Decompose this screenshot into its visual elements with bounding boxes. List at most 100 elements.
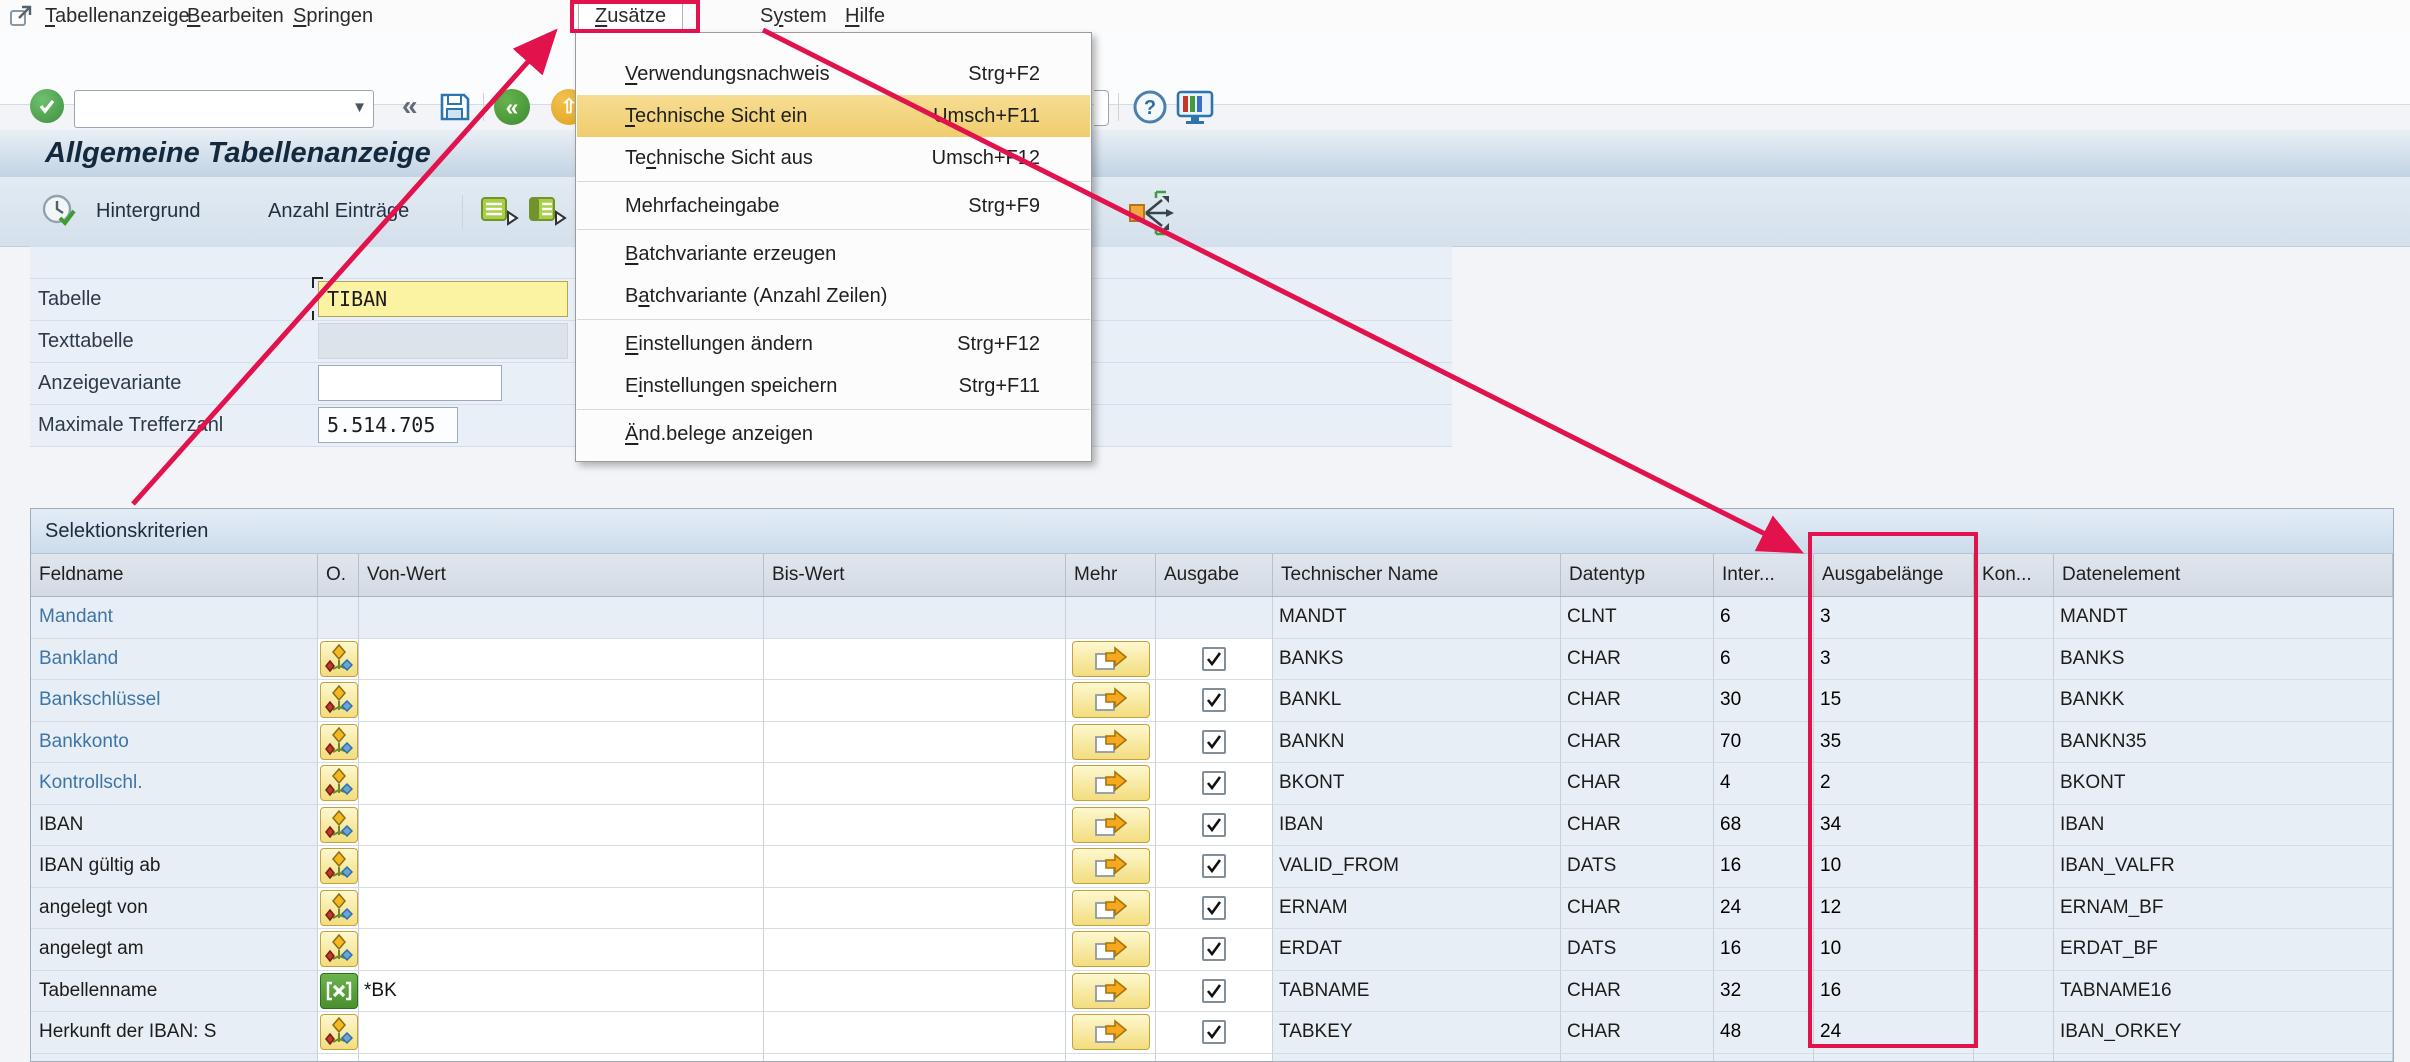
ausgabe-cell[interactable] — [1156, 763, 1273, 805]
mehr-cell[interactable] — [1066, 929, 1156, 971]
ausgabe-cell[interactable] — [1156, 971, 1273, 1013]
von-wert-cell[interactable] — [359, 680, 764, 722]
option-cell[interactable] — [318, 680, 359, 722]
column-header-feldname[interactable]: Feldname — [31, 554, 318, 596]
output-checkbox[interactable] — [1202, 896, 1226, 920]
fields-list-alt-icon[interactable] — [528, 194, 568, 228]
menu-item-technische-sicht-ein[interactable]: Technische Sicht einUmsch+F11 — [577, 95, 1090, 137]
multiple-selection-button[interactable] — [1072, 931, 1150, 967]
ausgabe-cell[interactable] — [1156, 929, 1273, 971]
column-header-datenelement[interactable]: Datenelement — [2054, 554, 2393, 596]
output-checkbox[interactable] — [1202, 688, 1226, 712]
von-wert-cell[interactable] — [359, 722, 764, 764]
multiple-selection-button[interactable] — [1072, 1014, 1150, 1050]
option-cell[interactable] — [318, 1012, 359, 1054]
output-checkbox[interactable] — [1202, 813, 1226, 837]
output-checkbox[interactable] — [1202, 771, 1226, 795]
mehr-cell[interactable] — [1066, 971, 1156, 1013]
selection-options-button[interactable] — [320, 848, 358, 884]
command-dropdown-icon[interactable]: ▼ — [352, 99, 367, 116]
multiple-selection-button[interactable] — [1072, 682, 1150, 718]
tabelle-field[interactable]: TIBAN — [318, 281, 568, 317]
von-wert-cell[interactable]: *BK — [359, 971, 764, 1013]
von-wert-cell[interactable] — [359, 763, 764, 805]
option-cell[interactable] — [318, 971, 359, 1013]
von-wert-cell[interactable] — [359, 1012, 764, 1054]
bis-wert-cell[interactable] — [764, 805, 1066, 847]
mehr-cell[interactable] — [1066, 639, 1156, 681]
column-header-von-wert[interactable]: Von-Wert — [359, 554, 764, 596]
option-cell[interactable] — [318, 805, 359, 847]
bis-wert-cell[interactable] — [764, 888, 1066, 930]
multiple-selection-button[interactable] — [1072, 973, 1150, 1009]
menu-item-batchvariante-erzeugen[interactable]: Batchvariante erzeugen — [577, 233, 1090, 275]
menu-tabellenanzeige[interactable]: Tabellenanzeige — [45, 0, 190, 32]
column-header-ausgabe[interactable]: Ausgabe — [1156, 554, 1273, 596]
ausgabe-cell[interactable] — [1156, 805, 1273, 847]
option-cell[interactable] — [318, 846, 359, 888]
execute-clock-icon[interactable] — [40, 192, 78, 230]
bis-wert-cell[interactable] — [764, 971, 1066, 1013]
mehr-cell[interactable] — [1066, 805, 1156, 847]
output-checkbox[interactable] — [1202, 854, 1226, 878]
ausgabe-cell[interactable] — [1156, 722, 1273, 764]
ausgabe-cell[interactable] — [1156, 846, 1273, 888]
column-header-o[interactable]: O. — [318, 554, 359, 596]
bis-wert-cell[interactable] — [764, 722, 1066, 764]
von-wert-cell[interactable] — [359, 846, 764, 888]
window-control-icon[interactable] — [8, 3, 34, 29]
selection-options-button[interactable] — [320, 1014, 358, 1050]
column-header-datentyp[interactable]: Datentyp — [1561, 554, 1714, 596]
hintergrund-button[interactable]: Hintergrund — [96, 177, 201, 246]
anzahl-eintr-ge-button[interactable]: Anzahl Einträge — [268, 177, 409, 246]
bis-wert-cell[interactable] — [764, 846, 1066, 888]
output-checkbox[interactable] — [1202, 979, 1226, 1003]
mehr-cell[interactable] — [1066, 680, 1156, 722]
menu-hilfe[interactable]: Hilfe — [845, 0, 885, 32]
selection-options-button[interactable] — [320, 890, 358, 926]
von-wert-cell[interactable] — [359, 888, 764, 930]
column-header-ausgabel-nge[interactable]: Ausgabelänge — [1814, 554, 1974, 596]
menu-item-nd-belege-anzeigen[interactable]: Änd.belege anzeigen — [577, 413, 1090, 455]
multiple-selection-button[interactable] — [1072, 641, 1150, 677]
option-cell[interactable] — [318, 763, 359, 805]
collapse-chevrons-icon[interactable]: « — [402, 88, 418, 124]
ausgabe-cell[interactable] — [1156, 1012, 1273, 1054]
back-icon[interactable]: « — [494, 89, 530, 125]
selection-options-button[interactable] — [320, 807, 358, 843]
fields-list-icon[interactable] — [480, 194, 520, 228]
ausgabe-cell[interactable] — [1156, 639, 1273, 681]
column-header-mehr[interactable]: Mehr — [1066, 554, 1156, 596]
option-cell[interactable] — [318, 929, 359, 971]
column-header-inter[interactable]: Inter... — [1714, 554, 1814, 596]
mehr-cell[interactable] — [1066, 1012, 1156, 1054]
bis-wert-cell[interactable] — [764, 1012, 1066, 1054]
bis-wert-cell[interactable] — [764, 929, 1066, 971]
von-wert-cell[interactable] — [359, 805, 764, 847]
option-cell[interactable] — [318, 639, 359, 681]
von-wert-cell[interactable] — [359, 639, 764, 681]
column-header-technischer-name[interactable]: Technischer Name — [1273, 554, 1561, 596]
output-checkbox[interactable] — [1202, 1020, 1226, 1044]
menu-zus-tze[interactable]: Zusätze — [578, 2, 683, 30]
command-field[interactable]: ▼ — [74, 90, 374, 128]
menu-springen[interactable]: Springen — [293, 0, 373, 32]
mehr-cell[interactable] — [1066, 763, 1156, 805]
ausgabe-cell[interactable] — [1156, 680, 1273, 722]
help-icon[interactable]: ? — [1132, 89, 1168, 125]
multiple-selection-button[interactable] — [1072, 890, 1150, 926]
mehr-cell[interactable] — [1066, 888, 1156, 930]
menu-item-verwendungsnachweis[interactable]: VerwendungsnachweisStrg+F2 — [577, 53, 1090, 95]
von-wert-cell[interactable] — [359, 929, 764, 971]
selection-options-button[interactable] — [320, 765, 358, 801]
output-checkbox[interactable] — [1202, 730, 1226, 754]
menu-item-einstellungen-speichern[interactable]: Einstellungen speichernStrg+F11 — [577, 365, 1090, 407]
exclude-pattern-button[interactable] — [320, 973, 358, 1009]
column-header-bis-wert[interactable]: Bis-Wert — [764, 554, 1066, 596]
multiple-selection-button[interactable] — [1072, 848, 1150, 884]
bis-wert-cell[interactable] — [764, 680, 1066, 722]
output-checkbox[interactable] — [1202, 647, 1226, 671]
output-checkbox[interactable] — [1202, 937, 1226, 961]
clipped-toolbar-button[interactable] — [1094, 90, 1109, 126]
ausgabe-cell[interactable] — [1156, 888, 1273, 930]
